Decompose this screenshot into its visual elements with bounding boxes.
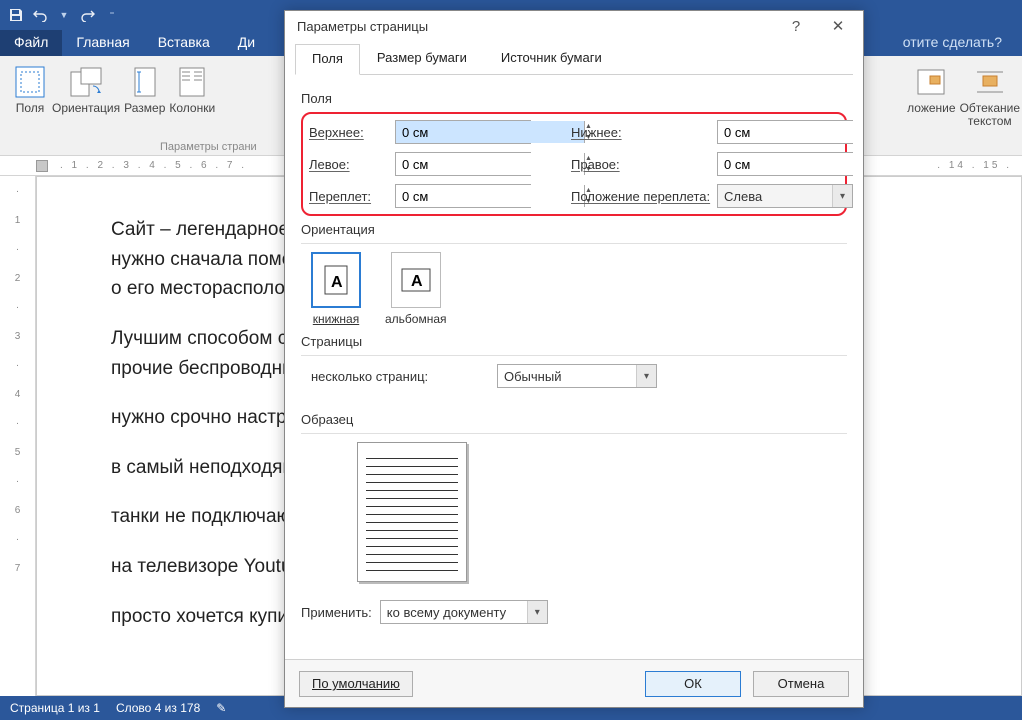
page-setup-dialog: Параметры страницы ? ✕ Поля Размер бумаг…	[284, 10, 864, 708]
menu-insert[interactable]: Вставка	[144, 30, 224, 56]
dialog-title: Параметры страницы	[297, 19, 428, 34]
ruler-marker	[36, 160, 48, 172]
margins-icon	[12, 64, 48, 100]
input-gutter[interactable]: ▲▼	[395, 184, 531, 208]
chevron-down-icon: ▾	[636, 365, 656, 387]
menu-home[interactable]: Главная	[62, 30, 143, 56]
input-top[interactable]: ▲▼	[395, 120, 531, 144]
position-icon	[913, 64, 949, 100]
chevron-down-icon: ▾	[527, 601, 547, 623]
dialog-body: Поля Верхнее: ▲▼ Нижнее: ▲▼ Левое: ▲▼ Пр…	[285, 75, 863, 659]
label-bottom: Нижнее:	[571, 125, 717, 140]
cancel-button[interactable]: Отмена	[753, 671, 849, 697]
input-left[interactable]: ▲▼	[395, 152, 531, 176]
ribbon-wrap[interactable]: Обтекание текстом	[958, 62, 1022, 154]
ribbon-position[interactable]: ложение	[905, 62, 957, 154]
ruler-ticks-left: . 1 . 2 . 3 . 4 . 5 . 6 . 7 .	[60, 160, 247, 171]
ok-button[interactable]: ОК	[645, 671, 741, 697]
label-gutter: Переплет:	[309, 189, 395, 204]
qat-customize-icon[interactable]: ⁼	[104, 7, 120, 23]
label-right: Правое:	[571, 157, 717, 172]
orientation-landscape[interactable]: A альбомная	[385, 252, 447, 326]
label-gutter-pos: Положение переплета:	[571, 189, 717, 204]
menu-design[interactable]: Ди	[224, 30, 269, 56]
tell-me[interactable]: отите сделать?	[883, 30, 1022, 56]
tab-paper-size[interactable]: Размер бумаги	[360, 43, 484, 74]
qat-dropdown-icon[interactable]: ▼	[56, 7, 72, 23]
ribbon-orientation[interactable]: Ориентация	[50, 62, 122, 154]
size-icon	[127, 64, 163, 100]
section-pages: Страницы	[301, 334, 847, 349]
svg-text:A: A	[411, 273, 423, 290]
input-right[interactable]: ▲▼	[717, 152, 853, 176]
undo-icon[interactable]	[32, 7, 48, 23]
spellcheck-icon[interactable]: ✎	[216, 701, 226, 715]
tab-paper-source[interactable]: Источник бумаги	[484, 43, 619, 74]
input-bottom[interactable]: ▲▼	[717, 120, 853, 144]
svg-text:A: A	[331, 274, 343, 291]
ribbon-group-label: Параметры страни	[160, 141, 257, 153]
section-preview: Образец	[301, 412, 847, 427]
default-button[interactable]: По умолчанию	[299, 671, 413, 697]
margins-group: Верхнее: ▲▼ Нижнее: ▲▼ Левое: ▲▼ Правое:…	[301, 112, 847, 216]
section-fields: Поля	[301, 91, 847, 106]
status-words[interactable]: Слово 4 из 178	[116, 701, 200, 715]
menu-file[interactable]: Файл	[0, 30, 62, 56]
save-icon[interactable]	[8, 7, 24, 23]
columns-icon	[174, 64, 210, 100]
combo-gutter-pos[interactable]: Слева▾	[717, 184, 853, 208]
orientation-portrait[interactable]: A книжная	[311, 252, 361, 326]
close-button[interactable]: ✕	[817, 12, 859, 40]
dialog-footer: По умолчанию ОК Отмена	[285, 659, 863, 707]
redo-icon[interactable]	[80, 7, 96, 23]
section-orientation: Ориентация	[301, 222, 847, 237]
tab-fields[interactable]: Поля	[295, 44, 360, 75]
orientation-icon	[68, 64, 104, 100]
label-apply: Применить:	[301, 605, 372, 620]
chevron-down-icon: ▾	[832, 185, 852, 207]
preview	[357, 442, 467, 582]
status-page[interactable]: Страница 1 из 1	[10, 701, 100, 715]
combo-apply[interactable]: ко всему документу▾	[380, 600, 548, 624]
close-icon: ✕	[832, 17, 845, 35]
dialog-titlebar[interactable]: Параметры страницы ? ✕	[285, 11, 863, 41]
combo-multi[interactable]: Обычный▾	[497, 364, 657, 388]
label-multi: несколько страниц:	[311, 369, 487, 384]
ribbon-margins[interactable]: Поля	[10, 62, 50, 154]
dialog-tabs: Поля Размер бумаги Источник бумаги	[285, 43, 863, 74]
vertical-ruler[interactable]: ·1 ·2 ·3 ·4 ·5 ·6 ·7	[0, 176, 36, 696]
help-button[interactable]: ?	[775, 12, 817, 40]
ruler-ticks-right: . 14 . 15 .	[937, 160, 1012, 171]
label-left: Левое:	[309, 157, 395, 172]
label-top: Верхнее:	[309, 125, 395, 140]
wrap-icon	[972, 64, 1008, 100]
